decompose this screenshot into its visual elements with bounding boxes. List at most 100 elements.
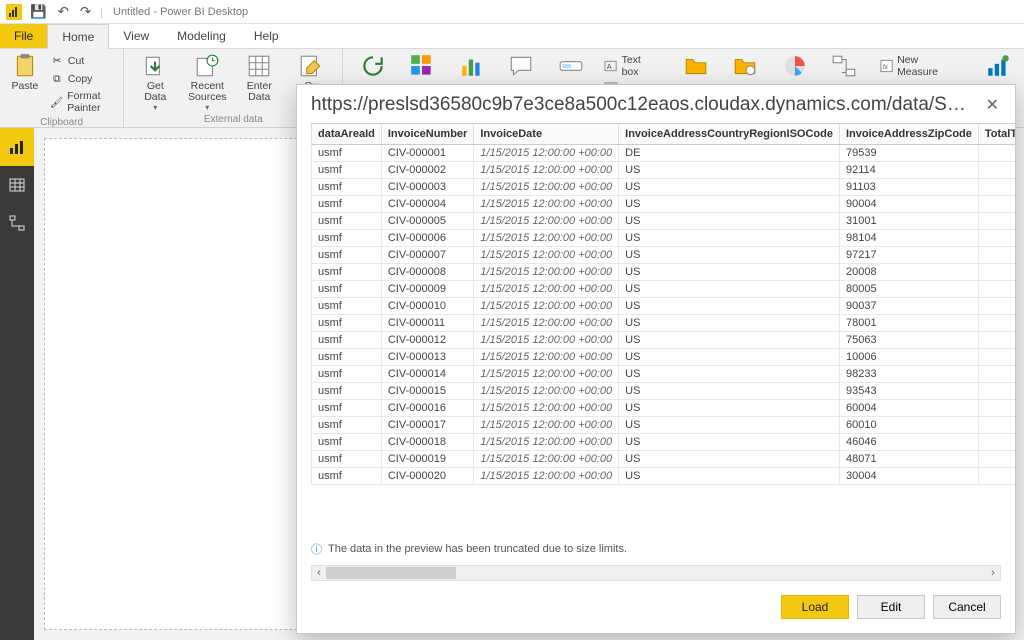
table-cell: CIV-000012: [381, 332, 473, 349]
publish-button[interactable]: [976, 53, 1019, 79]
table-row[interactable]: usmfCIV-0000051/15/2015 12:00:00 +00:00U…: [312, 213, 1016, 230]
recent-sources-icon: [193, 53, 221, 79]
cancel-button[interactable]: Cancel: [933, 595, 1001, 619]
table-row[interactable]: usmfCIV-0000121/15/2015 12:00:00 +00:00U…: [312, 332, 1016, 349]
textbox-button[interactable]: AText box: [602, 53, 660, 79]
get-data-button[interactable]: Get Data: [132, 53, 178, 112]
column-header[interactable]: InvoiceAddressZipCode: [839, 124, 978, 145]
table-cell: 0: [978, 145, 1015, 162]
table-row[interactable]: usmfCIV-0000151/15/2015 12:00:00 +00:00U…: [312, 383, 1016, 400]
text-button[interactable]: [500, 53, 543, 79]
scroll-thumb[interactable]: [326, 567, 456, 579]
table-row[interactable]: usmfCIV-0000101/15/2015 12:00:00 +00:00U…: [312, 298, 1016, 315]
nav-data[interactable]: [0, 166, 34, 204]
table-row[interactable]: usmfCIV-0000191/15/2015 12:00:00 +00:00U…: [312, 451, 1016, 468]
table-cell: 2593: [978, 468, 1015, 485]
table-cell: 1/15/2015 12:00:00 +00:00: [474, 417, 619, 434]
table-cell: US: [619, 264, 840, 281]
table-cell: CIV-000002: [381, 162, 473, 179]
table-cell: usmf: [312, 315, 382, 332]
copy-icon: ⧉: [50, 72, 64, 86]
table-cell: US: [619, 162, 840, 179]
table-row[interactable]: usmfCIV-0000031/15/2015 12:00:00 +00:00U…: [312, 179, 1016, 196]
table-cell: 4396.88: [978, 417, 1015, 434]
scroll-right-arrow[interactable]: ›: [986, 566, 1000, 580]
manage-button[interactable]: [724, 53, 767, 79]
tab-view[interactable]: View: [109, 24, 163, 48]
edit-button[interactable]: Edit: [857, 595, 925, 619]
table-row[interactable]: usmfCIV-0000171/15/2015 12:00:00 +00:00U…: [312, 417, 1016, 434]
table-cell: 46046: [839, 434, 978, 451]
paste-icon: [11, 53, 39, 79]
table-cell: US: [619, 332, 840, 349]
table-cell: usmf: [312, 145, 382, 162]
copy-button[interactable]: ⧉Copy: [48, 71, 115, 87]
pie-button[interactable]: [773, 53, 816, 79]
table-cell: US: [619, 179, 840, 196]
table-cell: 5972.85: [978, 230, 1015, 247]
tab-file[interactable]: File: [0, 24, 47, 48]
table-cell: 1/15/2015 12:00:00 +00:00: [474, 179, 619, 196]
table-cell: usmf: [312, 179, 382, 196]
table-cell: 1/15/2015 12:00:00 +00:00: [474, 247, 619, 264]
column-header[interactable]: InvoiceAddressCountryRegionISOCode: [619, 124, 840, 145]
table-row[interactable]: usmfCIV-0000061/15/2015 12:00:00 +00:00U…: [312, 230, 1016, 247]
load-button[interactable]: Load: [781, 595, 849, 619]
table-row[interactable]: usmfCIV-0000111/15/2015 12:00:00 +00:00U…: [312, 315, 1016, 332]
table-row[interactable]: usmfCIV-0000081/15/2015 12:00:00 +00:00U…: [312, 264, 1016, 281]
qat-save-button[interactable]: 💾: [26, 2, 51, 22]
table-cell: 1/15/2015 12:00:00 +00:00: [474, 332, 619, 349]
paste-button[interactable]: Paste: [8, 53, 42, 92]
column-header[interactable]: TotalTaxAmount: [978, 124, 1015, 145]
table-cell: usmf: [312, 417, 382, 434]
table-cell: usmf: [312, 247, 382, 264]
chart-grid-icon: [408, 53, 436, 79]
manage-rel-button[interactable]: [674, 53, 717, 79]
table-row[interactable]: usmfCIV-0000011/15/2015 12:00:00 +00:00D…: [312, 145, 1016, 162]
table-row[interactable]: usmfCIV-0000091/15/2015 12:00:00 +00:00U…: [312, 281, 1016, 298]
column-header[interactable]: dataAreaId: [312, 124, 382, 145]
table-row[interactable]: usmfCIV-0000201/15/2015 12:00:00 +00:00U…: [312, 468, 1016, 485]
table-cell: 16064.1: [978, 281, 1015, 298]
dialog-close-button[interactable]: ✕: [980, 93, 1005, 117]
table-cell: 92114: [839, 162, 978, 179]
table-row[interactable]: usmfCIV-0000131/15/2015 12:00:00 +00:00U…: [312, 349, 1016, 366]
table-row[interactable]: usmfCIV-0000161/15/2015 12:00:00 +00:00U…: [312, 400, 1016, 417]
dialog-url: https://preslsd36580c9b7e3ce8a500c12eaos…: [311, 94, 971, 116]
table-cell: 1/15/2015 12:00:00 +00:00: [474, 213, 619, 230]
new-measure-button[interactable]: fxNew Measure: [878, 53, 960, 79]
table-cell: CIV-000007: [381, 247, 473, 264]
recent-sources-button[interactable]: Recent Sources: [184, 53, 230, 112]
bar-chart-button[interactable]: [450, 53, 493, 79]
buttons-button[interactable]: [549, 53, 592, 79]
folder-gear-icon: [731, 53, 759, 79]
title-bar: 💾 ↶ ↷ | Untitled - Power BI Desktop: [0, 0, 1024, 24]
new-visual-button[interactable]: [401, 53, 444, 79]
table-cell: US: [619, 366, 840, 383]
format-painter-button[interactable]: 🖌Format Painter: [48, 89, 115, 115]
table-row[interactable]: usmfCIV-0000041/15/2015 12:00:00 +00:00U…: [312, 196, 1016, 213]
qat-undo-button[interactable]: ↶: [54, 2, 73, 22]
qat-redo-button[interactable]: ↷: [76, 2, 95, 22]
refresh-button[interactable]: [351, 53, 394, 79]
tab-modeling[interactable]: Modeling: [163, 24, 240, 48]
horizontal-scrollbar[interactable]: ‹ ›: [311, 565, 1001, 581]
cut-button[interactable]: ✂Cut: [48, 53, 115, 69]
column-header[interactable]: InvoiceDate: [474, 124, 619, 145]
column-header[interactable]: InvoiceNumber: [381, 124, 473, 145]
table-cell: 14289.38: [978, 315, 1015, 332]
relationships-icon: [830, 53, 858, 79]
enter-data-button[interactable]: Enter Data: [236, 53, 282, 103]
relationships-button[interactable]: [822, 53, 865, 79]
nav-model[interactable]: [0, 204, 34, 242]
tab-help[interactable]: Help: [240, 24, 293, 48]
table-row[interactable]: usmfCIV-0000021/15/2015 12:00:00 +00:00U…: [312, 162, 1016, 179]
table-row[interactable]: usmfCIV-0000071/15/2015 12:00:00 +00:00U…: [312, 247, 1016, 264]
scroll-left-arrow[interactable]: ‹: [312, 566, 326, 580]
table-cell: CIV-000003: [381, 179, 473, 196]
nav-report[interactable]: [0, 128, 34, 166]
table-row[interactable]: usmfCIV-0000181/15/2015 12:00:00 +00:00U…: [312, 434, 1016, 451]
table-row[interactable]: usmfCIV-0000141/15/2015 12:00:00 +00:00U…: [312, 366, 1016, 383]
tab-home[interactable]: Home: [47, 24, 109, 49]
table-cell: 14427.5: [978, 196, 1015, 213]
